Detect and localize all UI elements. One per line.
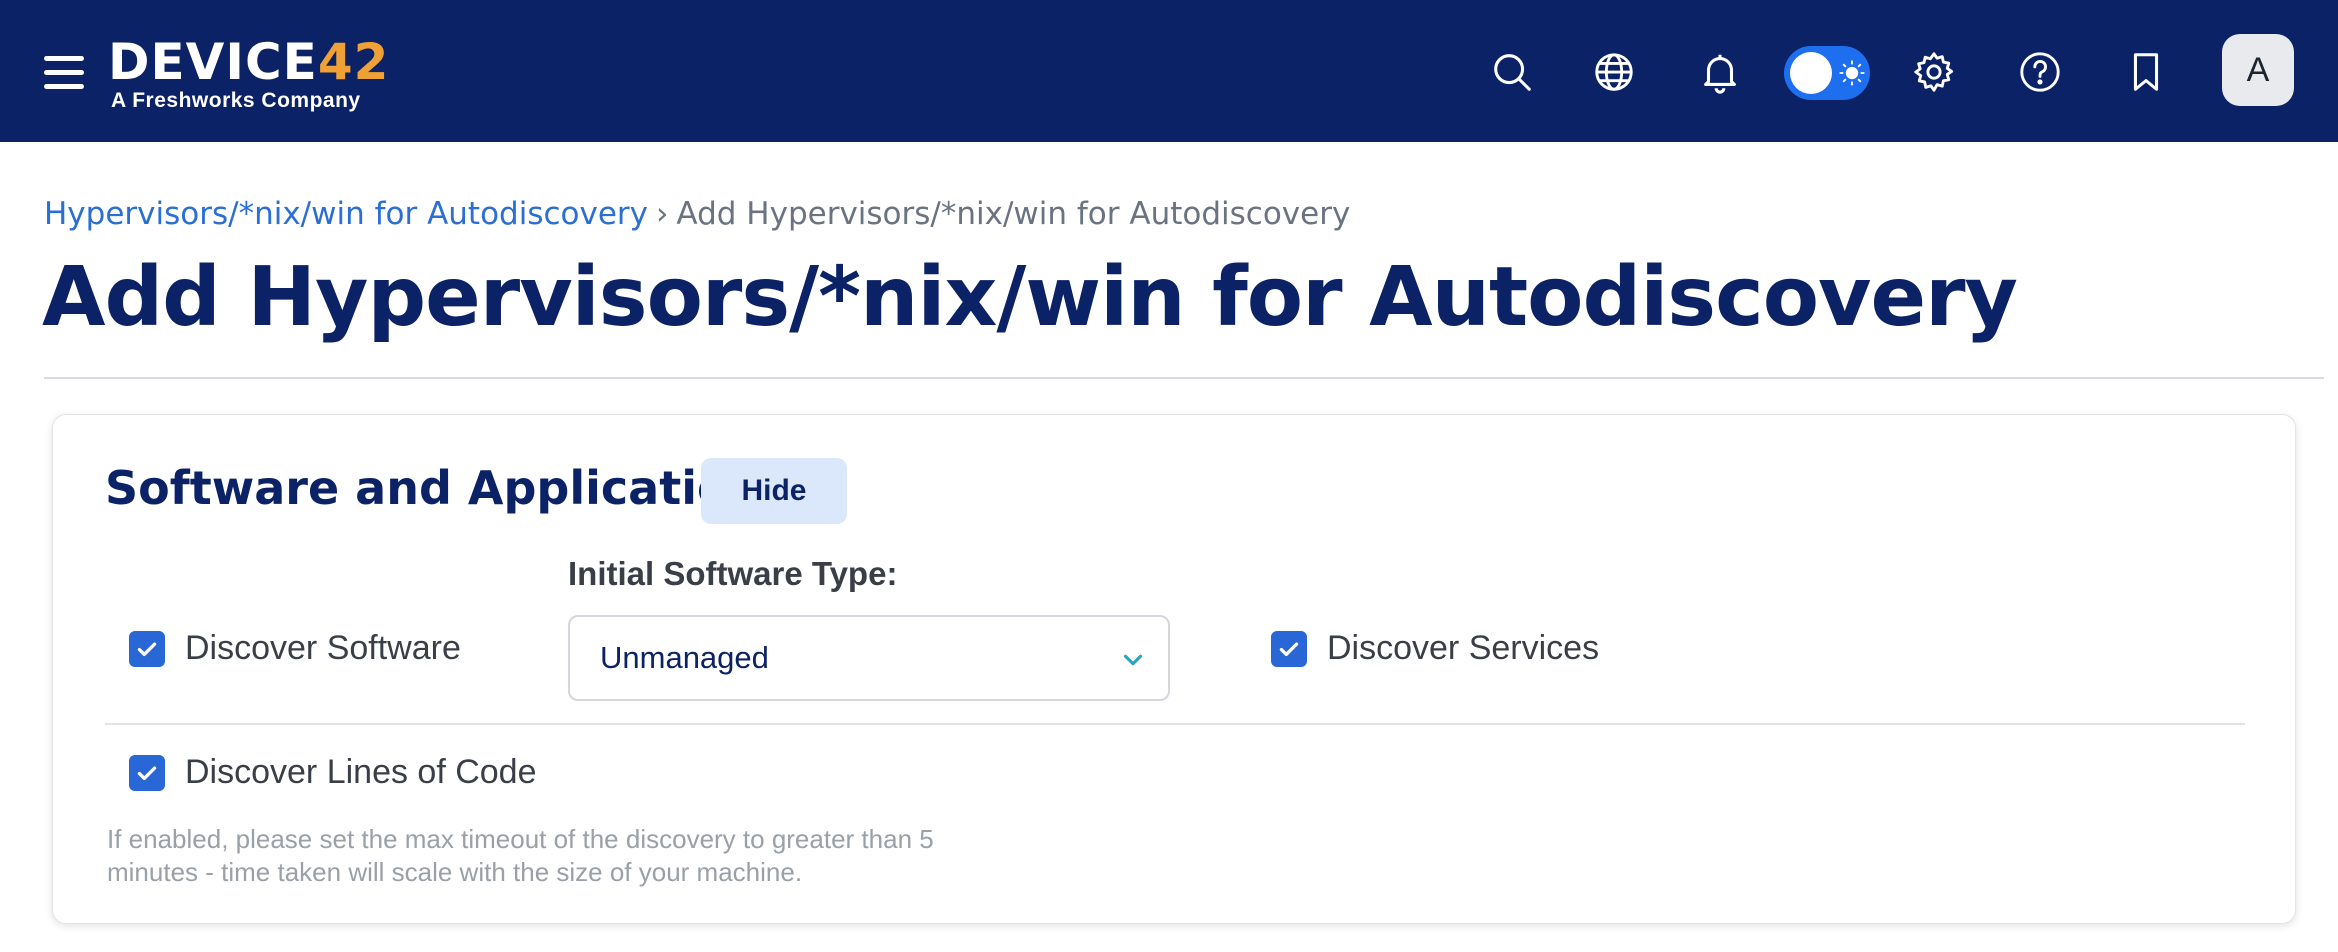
- globe-icon[interactable]: [1586, 44, 1642, 100]
- breadcrumb-separator: ›: [656, 196, 669, 232]
- hide-button[interactable]: Hide: [701, 458, 847, 524]
- section-title: Software and Applications: [105, 461, 789, 515]
- discover-software-option[interactable]: Discover Software: [129, 629, 461, 668]
- logo-text: DEVICE: [108, 33, 318, 91]
- discover-software-checkbox[interactable]: [129, 630, 165, 667]
- discover-services-option[interactable]: Discover Services: [1271, 629, 1599, 668]
- check-icon: [137, 642, 157, 656]
- breadcrumb-current: Add Hypervisors/*nix/win for Autodiscove…: [676, 196, 1351, 232]
- gear-icon[interactable]: [1906, 44, 1962, 100]
- search-icon[interactable]: [1484, 44, 1540, 100]
- logo-tagline: A Freshworks Company: [111, 89, 361, 112]
- breadcrumb-link-parent[interactable]: Hypervisors/*nix/win for Autodiscovery: [44, 196, 648, 232]
- top-navigation-bar: DEVICE42 A Freshworks Company A: [0, 0, 2338, 142]
- select-value: Unmanaged: [600, 640, 769, 675]
- bookmark-icon[interactable]: [2118, 44, 2174, 100]
- divider: [105, 723, 2245, 725]
- bell-icon[interactable]: [1692, 44, 1748, 100]
- device42-logo[interactable]: DEVICE42 A Freshworks Company: [108, 33, 388, 116]
- sun-icon: [1839, 60, 1865, 86]
- breadcrumb: Hypervisors/*nix/win for Autodiscovery › A…: [44, 196, 1350, 232]
- initial-software-type-select[interactable]: Unmanaged: [568, 615, 1170, 701]
- software-applications-card: Software and Applications Hide Discover …: [52, 414, 2296, 924]
- menu-icon[interactable]: [44, 56, 84, 90]
- chevron-down-icon: [1123, 654, 1143, 666]
- divider: [44, 377, 2324, 379]
- initial-software-type-label: Initial Software Type:: [568, 555, 898, 592]
- discover-loc-label: Discover Lines of Code: [185, 753, 537, 791]
- check-icon: [1279, 642, 1299, 656]
- discover-software-label: Discover Software: [185, 629, 461, 667]
- theme-toggle[interactable]: [1784, 46, 1870, 100]
- help-text: If enabled, please set the max timeout o…: [107, 824, 934, 887]
- check-icon: [137, 766, 157, 780]
- help-icon[interactable]: [2012, 44, 2068, 100]
- discover-services-label: Discover Services: [1327, 629, 1600, 667]
- discover-loc-checkbox[interactable]: [129, 754, 165, 791]
- toggle-knob: [1790, 52, 1832, 94]
- discover-services-checkbox[interactable]: [1271, 630, 1307, 667]
- discover-loc-option[interactable]: Discover Lines of Code: [129, 753, 537, 792]
- logo-accent: 42: [317, 33, 390, 91]
- user-avatar[interactable]: A: [2222, 34, 2294, 106]
- page-title: Add Hypervisors/*nix/win for Autodiscove…: [42, 250, 2018, 345]
